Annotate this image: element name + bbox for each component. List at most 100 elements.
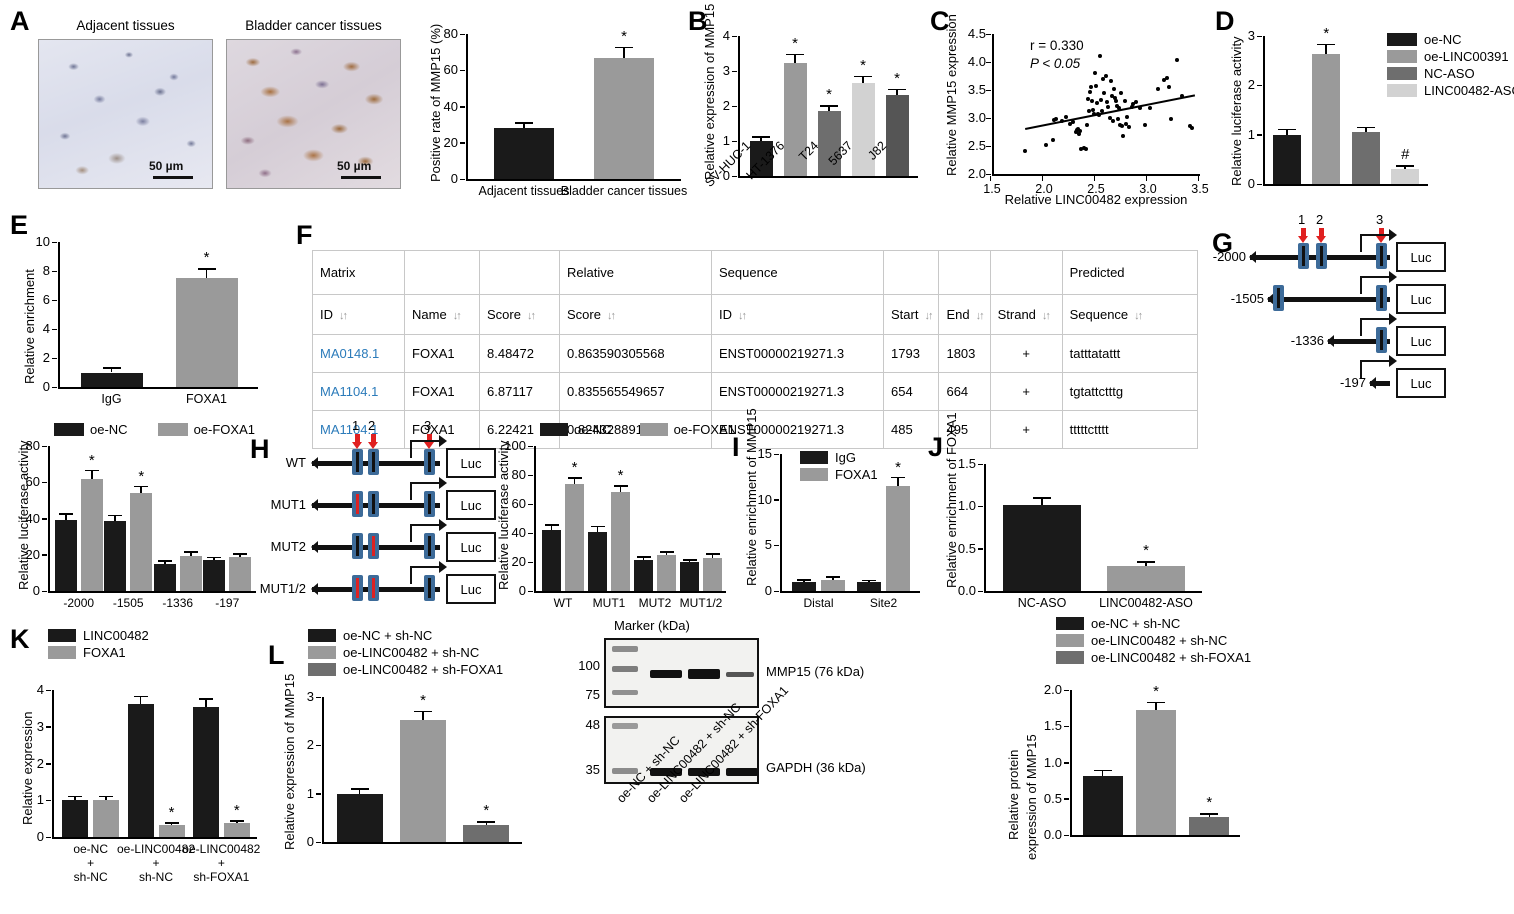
tss-arrow-shaft [1360, 276, 1390, 278]
marker-ladder-band [612, 666, 638, 672]
table-header-cell[interactable]: ID ↓↑ [312, 294, 405, 335]
legend-swatch [308, 663, 336, 676]
table-header-cell[interactable]: End ↓↑ [938, 294, 991, 335]
axis-tick-label: 4 [42, 321, 50, 336]
error-cap [1356, 126, 1375, 129]
scalebar-cancer [341, 176, 381, 179]
axis-tick-label: 20 [25, 546, 40, 562]
tss-arrow-stem [410, 566, 412, 584]
legend-swatch [48, 629, 76, 642]
bar [127, 703, 154, 837]
legend-swatch [1387, 33, 1417, 46]
bar [542, 530, 561, 591]
motif-id-link[interactable]: MA0148.1 [312, 334, 405, 373]
binding-site-number: 2 [368, 418, 376, 433]
sort-icon[interactable]: ↓↑ [924, 310, 933, 322]
luc-reporter-box: Luc [446, 490, 496, 520]
panel-e-yaxis [58, 242, 60, 387]
panel-c-xlabel: Relative LINC00482 expression [1004, 192, 1188, 207]
panel-g2-xaxis [48, 591, 256, 593]
bar [1136, 710, 1176, 835]
axis-tick [460, 178, 465, 180]
axis-tick-label: 0 [518, 583, 526, 598]
error-cap [133, 695, 148, 698]
sort-icon[interactable]: ↓↑ [607, 310, 616, 322]
blot-mmp15 [604, 638, 759, 708]
binding-site-core [356, 452, 359, 472]
panel-b-ylabel: Relative expression of MMP15 [702, 3, 717, 180]
axis-tick [978, 548, 983, 550]
sort-icon[interactable]: ↓↑ [976, 310, 985, 322]
axis-tick [460, 106, 465, 108]
panel-j: J Relative enrichment of FOXA1 0.0 0.5 1.0… [928, 412, 1208, 618]
bar [1107, 565, 1185, 591]
table-header-cell[interactable]: ID ↓↑ [711, 294, 884, 335]
table-header-cell[interactable]: Strand ↓↑ [989, 294, 1063, 335]
sort-icon[interactable]: ↓↑ [1134, 310, 1143, 322]
axis-tick-label: 6 [42, 292, 50, 307]
blot-label-gapdh: GAPDH (36 kDa) [766, 760, 866, 775]
binding-site [352, 449, 363, 475]
legend-label: FOXA1 [83, 645, 126, 660]
sort-icon[interactable]: ↓↑ [527, 310, 536, 322]
binding-site-core [372, 452, 375, 472]
sort-icon[interactable]: ↓↑ [1042, 310, 1051, 322]
axis-tick-label: 80 [25, 438, 40, 453]
panel-l-xaxis [322, 842, 522, 844]
binding-site [368, 575, 379, 601]
axis-tick-label: 1.0 [1043, 754, 1062, 770]
error-cap [752, 136, 770, 139]
binding-site [424, 491, 435, 517]
mutation-arrow-head [352, 442, 362, 449]
bar [1351, 132, 1380, 184]
panel-a-label: A [10, 6, 30, 36]
axis-tick [1257, 183, 1262, 185]
sort-icon[interactable]: ↓↑ [738, 310, 747, 322]
axis-category-label: Bladder cancer tissues [560, 184, 688, 198]
error-cap [1200, 813, 1219, 815]
scatter-point [1044, 142, 1049, 147]
error-cap [183, 551, 198, 553]
table-header-cell[interactable]: Name ↓↑ [404, 294, 480, 335]
table-header-cell[interactable]: Sequence ↓↑ [1061, 294, 1198, 335]
binding-site [368, 491, 379, 517]
blot-marker-title: Marker (kDa) [614, 618, 690, 633]
binding-site [1316, 243, 1327, 269]
binding-site-core [356, 494, 359, 514]
axis-tick-label: 3 [36, 718, 44, 734]
axis-tick [986, 145, 991, 147]
table-cell: 6.87117 [479, 372, 560, 411]
legend-item: oe-LINC00482 + sh-NC [308, 645, 503, 660]
mutation-arrow-head [1316, 236, 1326, 243]
error-cap [197, 267, 216, 270]
axis-tick-label: 4.5 [967, 26, 986, 41]
binding-site-core [1380, 246, 1383, 266]
error-cap [567, 477, 582, 479]
legend-swatch [48, 646, 76, 659]
table-header-cell[interactable]: Score ↓↑ [479, 294, 560, 335]
table-header-cell[interactable]: Score ↓↑ [559, 294, 712, 335]
legend-item: oe-NC [54, 422, 128, 437]
axis-tick-label: 2 [42, 350, 50, 365]
bar [1189, 816, 1230, 835]
panel-d-xaxis [1263, 184, 1428, 186]
axis-tick [986, 89, 991, 91]
axis-tick [986, 173, 991, 175]
binding-site-number: 3 [1376, 212, 1384, 227]
bar [80, 478, 103, 591]
panel-g-construct-diagram: 1 2 3 Luc -2000 Luc -1505 Luc -1336 Luc -197 [1212, 212, 1512, 412]
legend-label: LINC00482-ASC [1424, 83, 1514, 98]
axis-tick [978, 505, 983, 508]
panel-l: L Relative expression of MMP15 0123 * * o… [268, 620, 568, 910]
binding-site [352, 575, 363, 601]
table-header-cell[interactable]: Start ↓↑ [882, 294, 940, 335]
legend-label: oe-LINC00482 + sh-FOXA1 [1091, 650, 1252, 665]
panel-h-chart-legend: oe-NC oe-FOXA1 [540, 422, 735, 439]
motif-id-link[interactable]: MA1104.1 [312, 372, 405, 411]
sort-icon[interactable]: ↓↑ [339, 310, 348, 322]
sort-icon[interactable]: ↓↑ [453, 310, 462, 322]
binding-site-core [1380, 288, 1383, 308]
table-cell: FOXA1 [404, 334, 480, 373]
significance-marker: * [138, 467, 145, 485]
axis-tick-label: 60 [25, 474, 40, 490]
